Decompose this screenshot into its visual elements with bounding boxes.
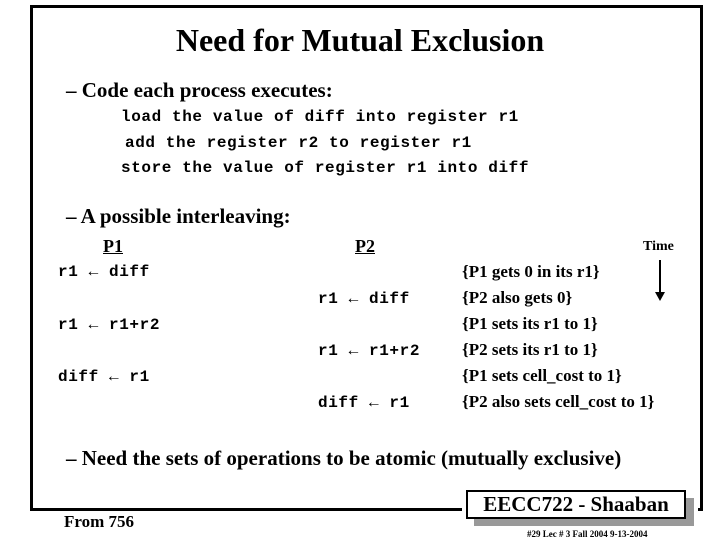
time-arrow-icon bbox=[659, 260, 661, 294]
time-label: Time bbox=[643, 239, 674, 254]
p1-step: r1 ← diff bbox=[58, 263, 150, 281]
step-comment: {P1 sets cell_cost to 1} bbox=[462, 366, 622, 385]
step-comment: {P1 gets 0 in its r1} bbox=[462, 262, 600, 281]
code-line: add the register r2 to register r1 bbox=[125, 134, 472, 152]
footer-from: From 756 bbox=[64, 512, 135, 531]
p1-column-header: P1 bbox=[103, 236, 123, 256]
p2-step: r1 ← diff bbox=[318, 290, 410, 308]
time-arrow-head-icon bbox=[655, 292, 665, 301]
p2-step: r1 ← r1+r2 bbox=[318, 342, 421, 360]
code-line: load the value of diff into register r1 bbox=[121, 108, 519, 126]
bullet-conclusion: – Need the sets of operations to be atom… bbox=[66, 446, 622, 470]
step-comment: {P2 also gets 0} bbox=[462, 288, 573, 307]
p1-step: r1 ← r1+r2 bbox=[58, 316, 161, 334]
step-comment: {P2 also sets cell_cost to 1} bbox=[462, 392, 655, 411]
bullet-interleaving-heading: – A possible interleaving: bbox=[66, 204, 291, 228]
code-line: store the value of register r1 into diff bbox=[121, 159, 530, 177]
footer-meta: #29 Lec # 3 Fall 2004 9-13-2004 bbox=[527, 529, 648, 539]
step-comment: {P1 sets its r1 to 1} bbox=[462, 314, 598, 333]
p1-step: diff ← r1 bbox=[58, 368, 150, 386]
slide-title: Need for Mutual Exclusion bbox=[175, 22, 545, 58]
step-comment: {P2 sets its r1 to 1} bbox=[462, 340, 598, 359]
p2-column-header: P2 bbox=[355, 236, 375, 256]
footer-badge: EECC722 - Shaaban bbox=[466, 490, 686, 519]
p2-step: diff ← r1 bbox=[318, 394, 410, 412]
bullet-code-heading: – Code each process executes: bbox=[66, 78, 333, 102]
